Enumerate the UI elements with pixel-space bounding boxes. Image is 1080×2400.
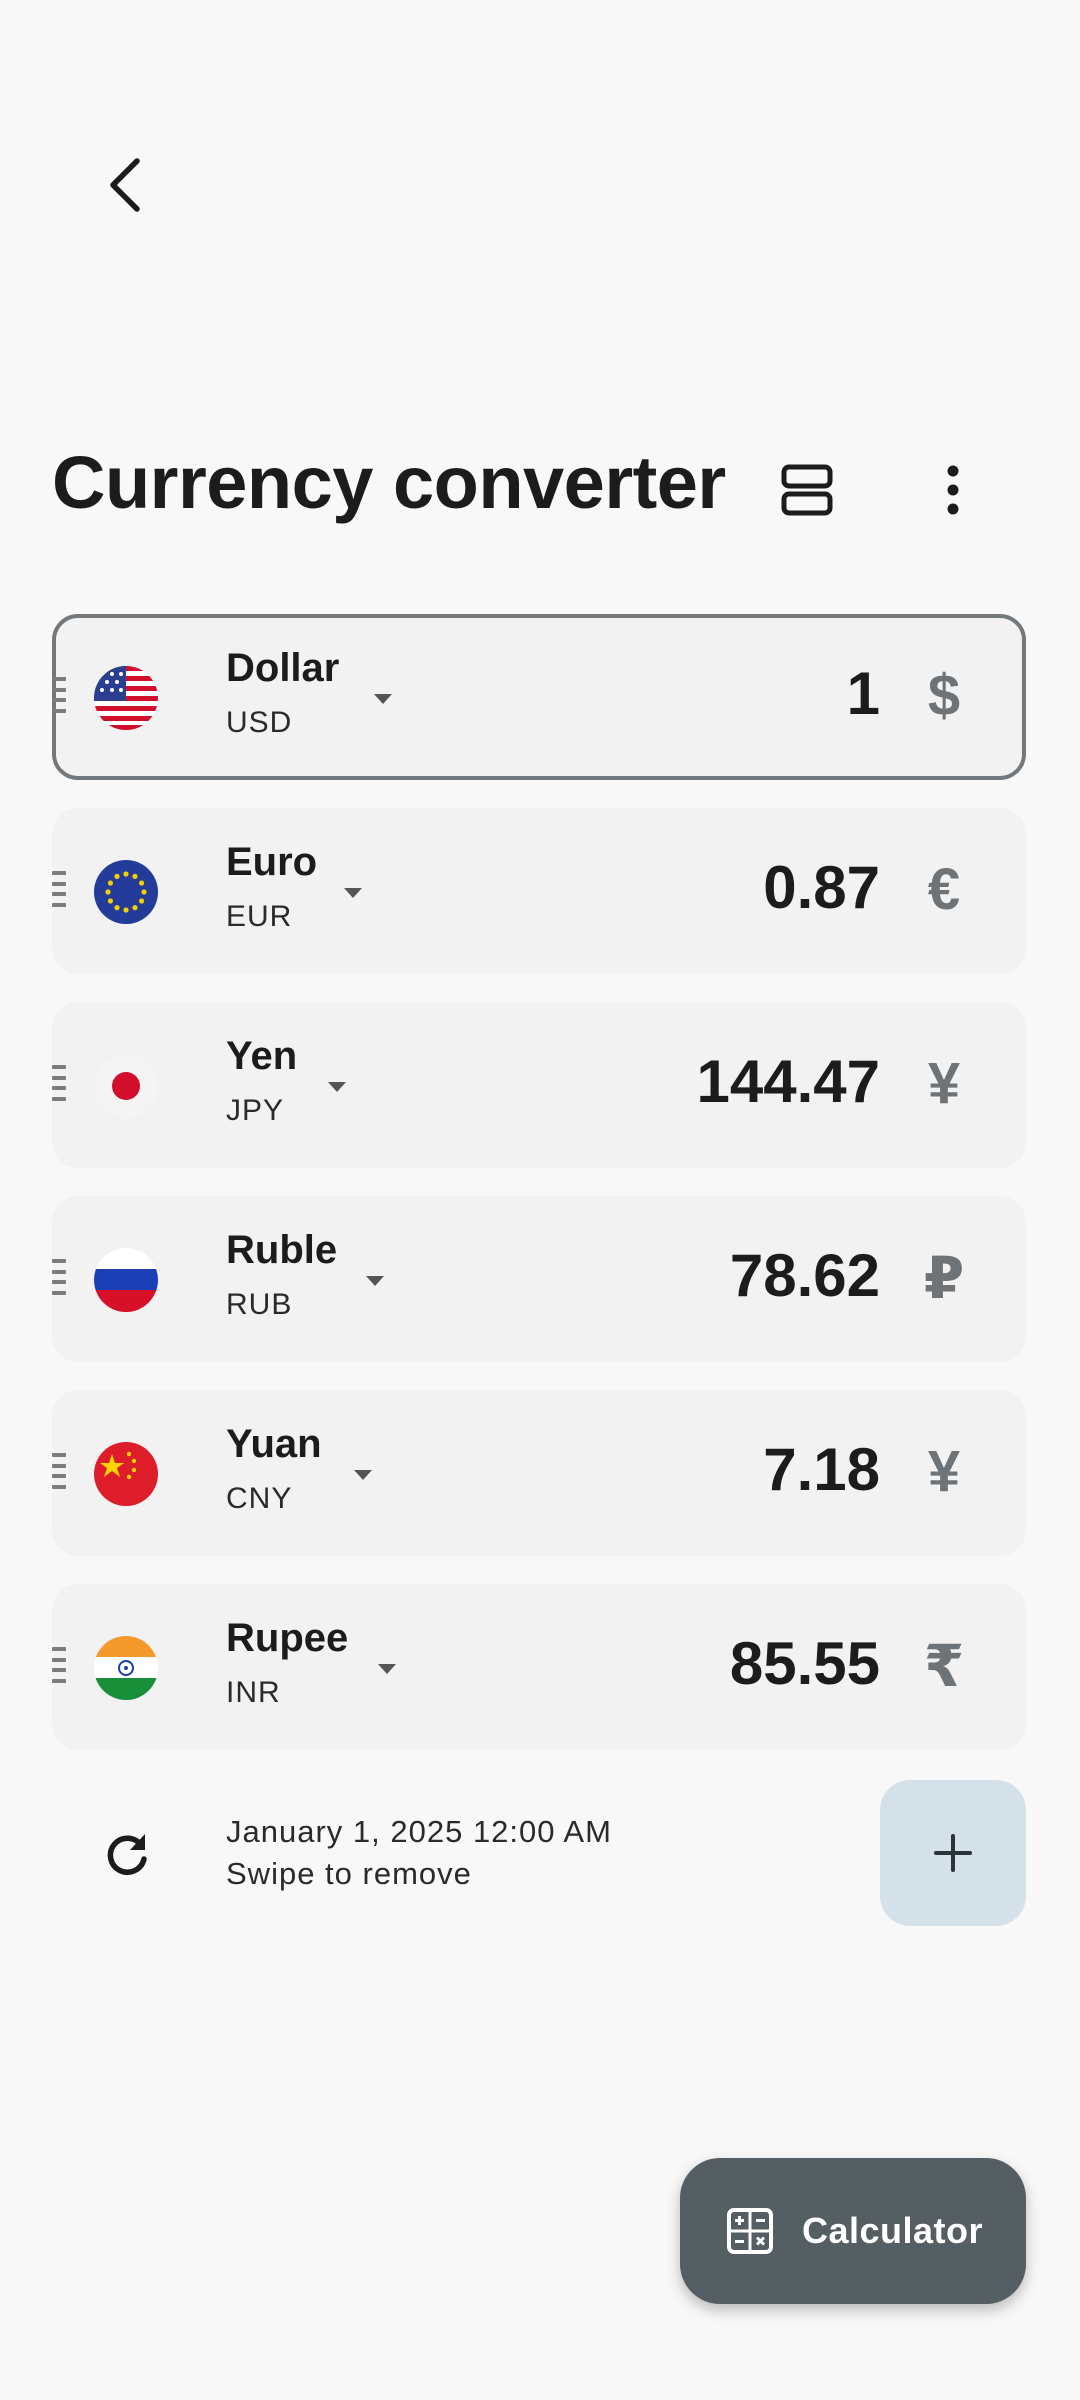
currency-symbol: ₽: [923, 1246, 965, 1311]
currency-amount[interactable]: 85.55: [730, 1629, 880, 1698]
currency-card-eur[interactable]: Euro EUR 0.87 €: [52, 808, 1026, 974]
swipe-hint: Swipe to remove: [226, 1856, 472, 1891]
currency-name: Dollar: [226, 646, 340, 690]
more-options-button[interactable]: [908, 445, 998, 535]
currency-symbol: €: [927, 857, 961, 922]
view-agenda-icon: [781, 464, 833, 516]
calculator-label: Calculator: [802, 2210, 984, 2251]
currency-name: Yen: [226, 1034, 298, 1078]
page-title: Currency converter: [52, 441, 726, 524]
more-vert-icon: [947, 465, 959, 515]
calculator-fab[interactable]: Calculator: [680, 2158, 1026, 2304]
drag-handle-icon[interactable]: [52, 871, 68, 907]
arrow-back-icon: [110, 158, 140, 212]
in-flag-icon: [94, 1636, 158, 1700]
ru-flag-icon: [94, 1248, 158, 1312]
currency-symbol: ¥: [927, 1051, 961, 1116]
dropdown-caret-icon[interactable]: [354, 1470, 372, 1480]
back-button[interactable]: [80, 140, 170, 230]
currency-symbol: ₹: [923, 1634, 965, 1699]
drag-handle-icon[interactable]: [52, 1647, 68, 1683]
drag-handle-icon[interactable]: [52, 1065, 68, 1101]
drag-handle-icon[interactable]: [52, 1453, 68, 1489]
currency-card-usd[interactable]: Dollar USD 1 $: [52, 614, 1026, 780]
currency-code: USD: [226, 706, 293, 739]
currency-name: Rupee: [226, 1616, 349, 1660]
drag-handle-icon[interactable]: [52, 677, 68, 713]
currency-code: RUB: [226, 1288, 293, 1321]
us-flag-icon: [94, 666, 158, 730]
currency-amount[interactable]: 78.62: [730, 1241, 880, 1310]
currency-name: Ruble: [226, 1228, 338, 1272]
currency-card-jpy[interactable]: Yen JPY 144.47 ¥: [52, 1002, 1026, 1168]
currency-symbol: $: [927, 663, 961, 728]
currency-code: JPY: [226, 1094, 285, 1127]
currency-card-inr[interactable]: Rupee INR 85.55 ₹: [52, 1584, 1026, 1750]
currency-converter-screen: Currency converter Dollar USD 1 $ Euro E…: [0, 0, 1080, 2400]
currency-amount[interactable]: 144.47: [696, 1047, 880, 1116]
currency-name: Yuan: [226, 1422, 322, 1466]
calculator-icon: [727, 2208, 773, 2254]
currency-card-cny[interactable]: Yuan CNY 7.18 ¥: [52, 1390, 1026, 1556]
last-updated-timestamp: January 1, 2025 12:00 AM: [226, 1814, 612, 1849]
dropdown-caret-icon[interactable]: [374, 694, 392, 704]
currency-code: INR: [226, 1676, 281, 1709]
currency-name: Euro: [226, 840, 318, 884]
currency-code: CNY: [226, 1482, 293, 1515]
dropdown-caret-icon[interactable]: [378, 1664, 396, 1674]
eu-flag-icon: [94, 860, 158, 924]
currency-symbol: ¥: [927, 1439, 961, 1504]
currency-amount[interactable]: 7.18: [763, 1435, 880, 1504]
cn-flag-icon: [94, 1442, 158, 1506]
jp-flag-icon: [94, 1054, 158, 1118]
currency-amount[interactable]: 0.87: [763, 853, 880, 922]
currency-card-rub[interactable]: Ruble RUB 78.62 ₽: [52, 1196, 1026, 1362]
plus-icon: [934, 1834, 972, 1872]
dropdown-caret-icon[interactable]: [344, 888, 362, 898]
refresh-icon: [107, 1834, 147, 1875]
drag-handle-icon[interactable]: [52, 1259, 68, 1295]
dropdown-caret-icon[interactable]: [328, 1082, 346, 1092]
currency-amount[interactable]: 1: [847, 659, 880, 728]
add-currency-button[interactable]: [880, 1780, 1026, 1926]
dropdown-caret-icon[interactable]: [366, 1276, 384, 1286]
refresh-button[interactable]: [82, 1810, 172, 1900]
layout-toggle-button[interactable]: [762, 445, 852, 535]
currency-code: EUR: [226, 900, 293, 933]
